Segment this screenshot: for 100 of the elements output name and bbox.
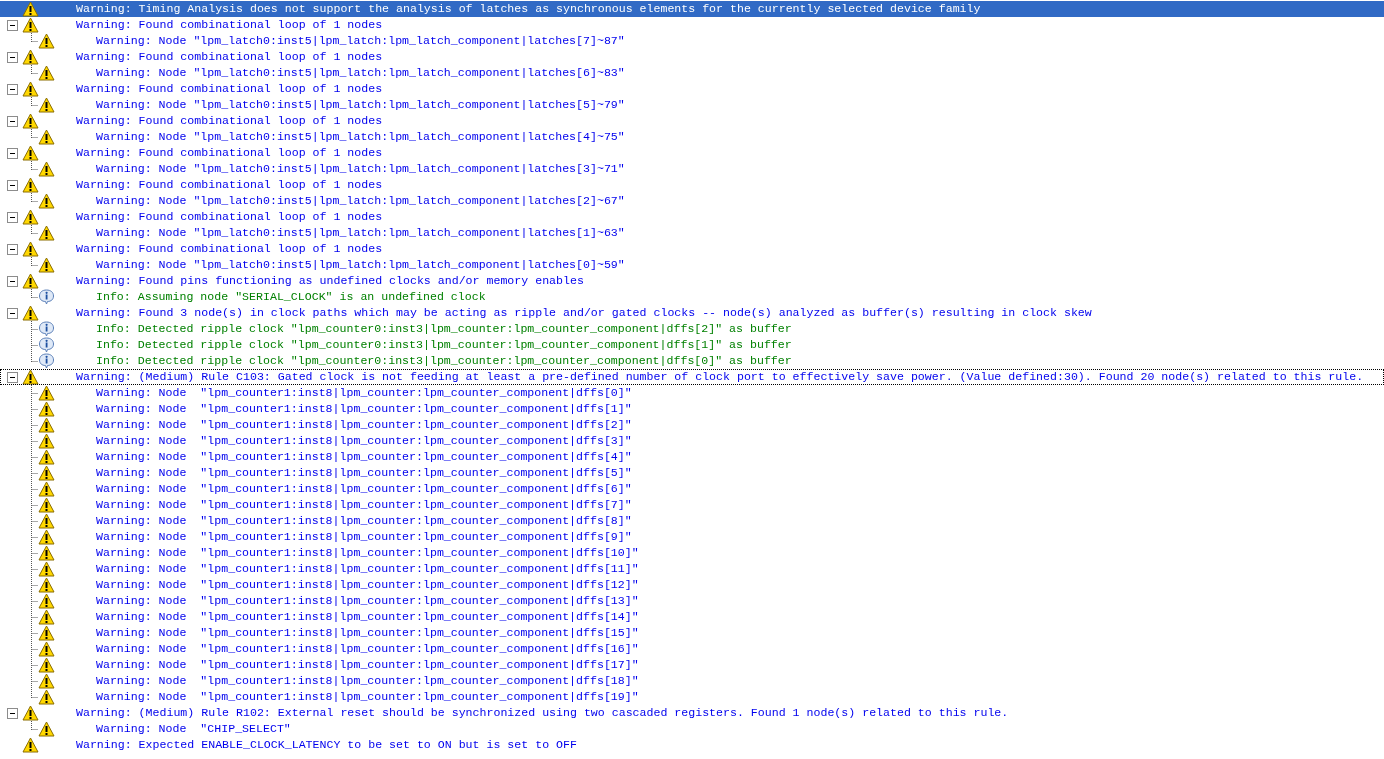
- message-text: Warning: Found combinational loop of 1 nodes: [76, 177, 383, 193]
- warning-icon: [38, 129, 55, 145]
- message-row[interactable]: Warning: Node "lpm_counter1:inst8|lpm_counter:lpm_counter_component|dffs[5]": [0, 465, 1384, 481]
- message-row[interactable]: Warning: Node "lpm_counter1:inst8|lpm_counter:lpm_counter_component|dffs[2]": [0, 417, 1384, 433]
- collapse-icon[interactable]: [7, 179, 18, 191]
- message-row[interactable]: Warning: Found combinational loop of 1 nodes: [0, 113, 1384, 129]
- collapse-icon[interactable]: [7, 51, 18, 63]
- collapse-icon[interactable]: [7, 19, 18, 31]
- message-row[interactable]: Warning: Timing Analysis does not support the analysis of latches as synchronous elements for the currently selected device family: [0, 1, 1384, 17]
- message-row[interactable]: Warning: Node "lpm_counter1:inst8|lpm_counter:lpm_counter_component|dffs[19]": [0, 689, 1384, 705]
- message-row[interactable]: Warning: Expected ENABLE_CLOCK_LATENCY to be set to ON but is set to OFF: [0, 737, 1384, 753]
- message-row[interactable]: Warning: (Medium) Rule R102: External reset should be synchronized using two cascaded registers. Found 1 node(s) related to this rule.: [0, 705, 1384, 721]
- message-text: Warning: Node "lpm_counter1:inst8|lpm_counter:lpm_counter_component|dffs[11]": [96, 561, 639, 577]
- message-row[interactable]: Warning: Found combinational loop of 1 nodes: [0, 17, 1384, 33]
- message-row[interactable]: Warning: Found combinational loop of 1 nodes: [0, 177, 1384, 193]
- warning-icon: [22, 1, 39, 17]
- message-row[interactable]: Warning: Node "lpm_counter1:inst8|lpm_counter:lpm_counter_component|dffs[11]": [0, 561, 1384, 577]
- warning-icon: [22, 81, 39, 97]
- message-row[interactable]: Warning: Node "lpm_counter1:inst8|lpm_counter:lpm_counter_component|dffs[10]": [0, 545, 1384, 561]
- warning-icon: [38, 593, 55, 609]
- message-row[interactable]: Warning: Node "lpm_counter1:inst8|lpm_counter:lpm_counter_component|dffs[8]": [0, 513, 1384, 529]
- message-row[interactable]: Warning: Node "lpm_counter1:inst8|lpm_counter:lpm_counter_component|dffs[4]": [0, 449, 1384, 465]
- message-row[interactable]: Warning: Node "lpm_counter1:inst8|lpm_counter:lpm_counter_component|dffs[12]": [0, 577, 1384, 593]
- message-text: Warning: Found combinational loop of 1 nodes: [76, 17, 383, 33]
- message-text: Info: Assuming node "SERIAL_CLOCK" is an undefined clock: [96, 289, 486, 305]
- message-row[interactable]: Warning: Node "lpm_counter1:inst8|lpm_counter:lpm_counter_component|dffs[0]": [0, 385, 1384, 401]
- message-row[interactable]: Warning: Node "lpm_latch0:inst5|lpm_latch:lpm_latch_component|latches[3]~71": [0, 161, 1384, 177]
- message-text: Warning: Node "lpm_latch0:inst5|lpm_latch:lpm_latch_component|latches[2]~67": [96, 193, 625, 209]
- message-row[interactable]: Warning: Node "lpm_latch0:inst5|lpm_latch:lpm_latch_component|latches[7]~87": [0, 33, 1384, 49]
- message-text: Warning: Node "CHIP_SELECT": [96, 721, 291, 737]
- message-row[interactable]: Warning: Node "lpm_counter1:inst8|lpm_counter:lpm_counter_component|dffs[1]": [0, 401, 1384, 417]
- warning-icon: [38, 401, 55, 417]
- collapse-icon[interactable]: [7, 707, 18, 719]
- message-text: Warning: Found combinational loop of 1 nodes: [76, 81, 383, 97]
- warning-icon: [22, 705, 39, 721]
- collapse-icon[interactable]: [7, 371, 18, 383]
- warning-icon: [38, 625, 55, 641]
- message-text: Warning: (Medium) Rule R102: External reset should be synchronized using two cascaded registers. Found 1 node(s) related to this rule.: [76, 705, 1009, 721]
- message-text: Warning: Node "lpm_counter1:inst8|lpm_counter:lpm_counter_component|dffs[7]": [96, 497, 632, 513]
- message-row[interactable]: Warning: Node "lpm_counter1:inst8|lpm_counter:lpm_counter_component|dffs[6]": [0, 481, 1384, 497]
- message-text: Warning: Expected ENABLE_CLOCK_LATENCY to be set to ON but is set to OFF: [76, 737, 577, 753]
- collapse-icon[interactable]: [7, 83, 18, 95]
- message-text: Warning: Found 3 node(s) in clock paths which may be acting as ripple and/or gated clocks -- node(s) analyzed as buffer(s) resulting in clock skew: [76, 305, 1092, 321]
- collapse-icon[interactable]: [7, 243, 18, 255]
- warning-icon: [22, 737, 39, 753]
- message-row[interactable]: Warning: Node "lpm_counter1:inst8|lpm_counter:lpm_counter_component|dffs[15]": [0, 625, 1384, 641]
- collapse-icon[interactable]: [7, 115, 18, 127]
- warning-icon: [22, 145, 39, 161]
- message-row[interactable]: Info: Detected ripple clock "lpm_counter0:inst3|lpm_counter:lpm_counter_component|dffs[0]" as buffer: [0, 353, 1384, 369]
- message-text: Warning: Node "lpm_counter1:inst8|lpm_counter:lpm_counter_component|dffs[18]": [96, 673, 639, 689]
- message-row[interactable]: Warning: Node "lpm_counter1:inst8|lpm_counter:lpm_counter_component|dffs[17]": [0, 657, 1384, 673]
- message-row[interactable]: Warning: Node "lpm_latch0:inst5|lpm_latch:lpm_latch_component|latches[4]~75": [0, 129, 1384, 145]
- message-row[interactable]: Warning: Node "lpm_counter1:inst8|lpm_counter:lpm_counter_component|dffs[16]": [0, 641, 1384, 657]
- message-row[interactable]: Warning: Found combinational loop of 1 nodes: [0, 145, 1384, 161]
- warning-icon: [22, 209, 39, 225]
- warning-icon: [38, 673, 55, 689]
- warning-icon: [38, 33, 55, 49]
- message-row[interactable]: Warning: Found combinational loop of 1 nodes: [0, 81, 1384, 97]
- tree-line: [31, 721, 38, 731]
- message-row[interactable]: Info: Detected ripple clock "lpm_counter0:inst3|lpm_counter:lpm_counter_component|dffs[1]" as buffer: [0, 337, 1384, 353]
- message-text: Warning: Node "lpm_counter1:inst8|lpm_counter:lpm_counter_component|dffs[8]": [96, 513, 632, 529]
- collapse-icon[interactable]: [7, 211, 18, 223]
- message-row[interactable]: Warning: Node "lpm_latch0:inst5|lpm_latch:lpm_latch_component|latches[6]~83": [0, 65, 1384, 81]
- message-row[interactable]: Warning: Found 3 node(s) in clock paths which may be acting as ripple and/or gated clocks -- node(s) analyzed as buffer(s) resulting in clock skew: [0, 305, 1384, 321]
- collapse-icon[interactable]: [7, 307, 18, 319]
- collapse-icon[interactable]: [7, 147, 18, 159]
- warning-icon: [38, 689, 55, 705]
- message-text: Warning: Found combinational loop of 1 nodes: [76, 113, 383, 129]
- message-row[interactable]: Warning: Node "lpm_latch0:inst5|lpm_latch:lpm_latch_component|latches[1]~63": [0, 225, 1384, 241]
- message-row[interactable]: Warning: Node "lpm_counter1:inst8|lpm_counter:lpm_counter_component|dffs[9]": [0, 529, 1384, 545]
- message-row[interactable]: Warning: Found combinational loop of 1 nodes: [0, 209, 1384, 225]
- message-row[interactable]: Warning: Node "lpm_latch0:inst5|lpm_latch:lpm_latch_component|latches[0]~59": [0, 257, 1384, 273]
- message-row[interactable]: Warning: Node "lpm_latch0:inst5|lpm_latch:lpm_latch_component|latches[5]~79": [0, 97, 1384, 113]
- warning-icon: [38, 561, 55, 577]
- tree-line: [31, 33, 38, 43]
- message-text: Warning: Found pins functioning as undefined clocks and/or memory enables: [76, 273, 584, 289]
- warning-icon: [38, 417, 55, 433]
- message-row[interactable]: Warning: Node "lpm_latch0:inst5|lpm_latch:lpm_latch_component|latches[2]~67": [0, 193, 1384, 209]
- message-row[interactable]: Warning: Found pins functioning as undefined clocks and/or memory enables: [0, 273, 1384, 289]
- message-row[interactable]: Warning: Node "lpm_counter1:inst8|lpm_counter:lpm_counter_component|dffs[13]": [0, 593, 1384, 609]
- message-row[interactable]: Warning: Node "lpm_counter1:inst8|lpm_counter:lpm_counter_component|dffs[14]": [0, 609, 1384, 625]
- message-text: Warning: Timing Analysis does not support the analysis of latches as synchronous elements for the currently selected device family: [76, 1, 981, 17]
- message-row[interactable]: Warning: Found combinational loop of 1 nodes: [0, 241, 1384, 257]
- message-row[interactable]: Warning: Node "lpm_counter1:inst8|lpm_counter:lpm_counter_component|dffs[7]": [0, 497, 1384, 513]
- info-icon: [38, 353, 55, 369]
- collapse-icon[interactable]: [7, 275, 18, 287]
- message-row[interactable]: Warning: Node "CHIP_SELECT": [0, 721, 1384, 737]
- warning-icon: [38, 97, 55, 113]
- message-text: Warning: Node "lpm_counter1:inst8|lpm_counter:lpm_counter_component|dffs[6]": [96, 481, 632, 497]
- message-row[interactable]: Warning: Found combinational loop of 1 nodes: [0, 49, 1384, 65]
- message-row[interactable]: Info: Assuming node "SERIAL_CLOCK" is an undefined clock: [0, 289, 1384, 305]
- message-text: Warning: Node "lpm_latch0:inst5|lpm_latch:lpm_latch_component|latches[4]~75": [96, 129, 625, 145]
- warning-icon: [38, 529, 55, 545]
- message-row[interactable]: Warning: Node "lpm_counter1:inst8|lpm_counter:lpm_counter_component|dffs[3]": [0, 433, 1384, 449]
- message-row[interactable]: Info: Detected ripple clock "lpm_counter0:inst3|lpm_counter:lpm_counter_component|dffs[2]" as buffer: [0, 321, 1384, 337]
- warning-icon: [38, 225, 55, 241]
- message-text: Warning: Node "lpm_counter1:inst8|lpm_counter:lpm_counter_component|dffs[14]": [96, 609, 639, 625]
- warning-icon: [38, 545, 55, 561]
- message-row[interactable]: Warning: Node "lpm_counter1:inst8|lpm_counter:lpm_counter_component|dffs[18]": [0, 673, 1384, 689]
- warning-icon: [38, 609, 55, 625]
